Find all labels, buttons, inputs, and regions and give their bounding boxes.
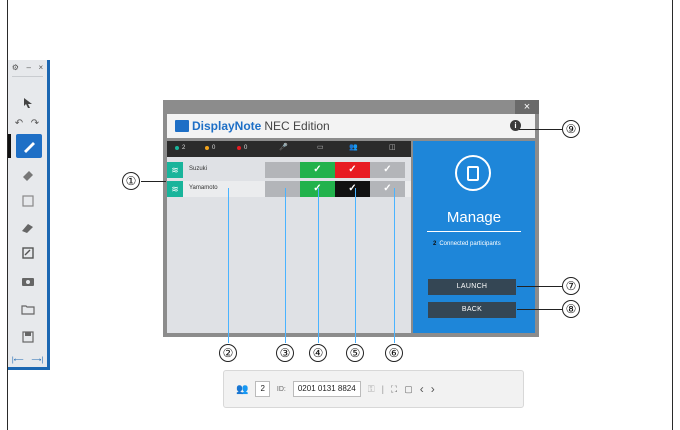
callout-line-6 [394,188,395,343]
fullscreen-icon[interactable]: ⛶ [391,384,397,395]
callout-line-7 [517,286,562,287]
app-name: DisplayNote [192,119,262,133]
launch-button[interactable]: LAUNCH [428,279,516,295]
callout-line-1 [141,181,166,182]
lock-key-icon[interactable]: ⚿ [368,384,375,395]
folder-icon[interactable] [18,300,38,318]
connected-label: Connected participants [439,241,501,247]
dock-right-icon[interactable]: ⟶| [31,356,43,364]
panel-title: Manage [446,209,502,226]
callout-line-5 [355,188,356,343]
settings-icon[interactable]: ⚙ [12,63,19,72]
divider [427,231,521,232]
callout-9: ⑨ [562,120,580,138]
close-icon[interactable]: × [39,63,44,72]
back-button[interactable]: BACK [428,302,516,318]
displaynote-window: × DisplayNote NEC Edition i 2 0 0 🎤 ▭ 👥 … [163,100,539,337]
participant-row[interactable]: ≋ Suzuki ✓ ✓ ✓ [167,162,411,178]
checkmark-icon[interactable]: ✓ [335,162,370,178]
connected-number: 2 [433,241,437,247]
eraser-icon[interactable] [18,166,38,184]
toolbar-window-controls: ⚙ – × [8,60,47,74]
participant-name: Suzuki [189,166,208,172]
pen-tool-selected[interactable] [16,134,42,158]
sticky-note-icon[interactable] [18,192,38,210]
connected-participants: 2 Connected participants [433,241,501,247]
divider [12,76,43,77]
status-waiting: 0 [205,145,215,151]
whiteboard-icon[interactable] [18,244,38,262]
participant-name: Yamamoto [189,185,218,191]
callout-2: ② [219,344,237,362]
divider: | [381,384,384,394]
app-logo: DisplayNote NEC Edition [175,119,330,133]
status-header: 2 0 0 🎤 ▭ 👥 ◫ [167,141,411,157]
wifi-icon: ≋ [167,181,183,197]
callout-7: ⑦ [562,277,580,295]
window-icon[interactable]: ▢ [404,384,413,395]
red-dot-icon [237,146,241,150]
checkmark-icon[interactable]: ✓ [370,181,405,197]
status-disconnected: 0 [237,145,247,151]
wifi-icon: ≋ [167,162,183,178]
save-icon[interactable] [18,328,38,346]
callout-6: ⑥ [385,344,403,362]
status-connected: 2 [175,145,185,151]
callout-3: ③ [276,344,294,362]
orange-dot-icon [205,146,209,150]
app-edition: NEC Edition [264,119,330,133]
participant-list: ≋ Suzuki ✓ ✓ ✓ ≋ Yamamoto ✓ ✓ ✓ [167,157,411,333]
split-screen-icon[interactable]: ◫ [389,143,396,151]
screen-share-icon[interactable]: ▭ [317,143,324,151]
drawing-toolbar: ⚙ – × ↶ ↷ |⟵ ⟶| [8,60,50,370]
checkmark-icon[interactable]: ✓ [370,162,405,178]
select-tool-icon[interactable] [18,94,38,112]
chevron-left-icon[interactable]: ‹ [420,382,424,396]
callout-line-9 [519,129,562,130]
session-bar: 👥 2 ID: 0201 0131 8824 ⚿ | ⛶ ▢ ‹ › [223,370,524,408]
clipboard-icon [455,155,491,191]
microphone-icon[interactable]: 🎤 [279,143,288,151]
green-dot-icon [175,146,179,150]
chevron-right-icon[interactable]: › [431,382,435,396]
callout-line-2 [228,188,229,343]
app-header: DisplayNote NEC Edition i [167,114,535,138]
participant-count: 2 [255,381,270,397]
session-id: 0201 0131 8824 [292,381,361,397]
undo-icon[interactable]: ↶ [12,114,26,132]
callout-5: ⑤ [346,344,364,362]
dock-left-icon[interactable]: |⟵ [12,356,24,364]
redo-icon[interactable]: ↷ [28,114,42,132]
status-cell[interactable] [265,162,300,178]
window-close-button[interactable]: × [515,100,539,114]
toolbar-dock-controls: |⟵ ⟶| [8,353,47,367]
waiting-count: 0 [212,145,216,151]
logo-icon [175,120,189,132]
callout-line-4 [318,188,319,343]
status-cell[interactable] [265,181,300,197]
callout-1: ① [122,172,140,190]
active-indicator [8,134,11,158]
callout-4: ④ [309,344,327,362]
highlighter-icon[interactable] [18,218,38,236]
participant-row[interactable]: ≋ Yamamoto ✓ ✓ ✓ [167,181,411,197]
checkmark-icon[interactable]: ✓ [335,181,370,197]
connected-count: 2 [182,145,186,151]
camera-icon[interactable] [18,272,38,290]
id-label: ID: [276,385,286,393]
checkmark-icon[interactable]: ✓ [300,162,335,178]
disconnected-count: 0 [244,145,248,151]
right-border [672,0,673,430]
participants-icon[interactable]: 👥 [236,384,248,395]
callout-8: ⑧ [562,300,580,318]
callout-line-3 [285,188,286,343]
callout-line-8 [517,309,562,310]
participant-permission-icon[interactable]: 👥 [349,143,358,151]
manage-panel: Manage 2 Connected participants LAUNCH BA… [413,141,535,333]
minimize-icon[interactable]: – [27,63,31,72]
